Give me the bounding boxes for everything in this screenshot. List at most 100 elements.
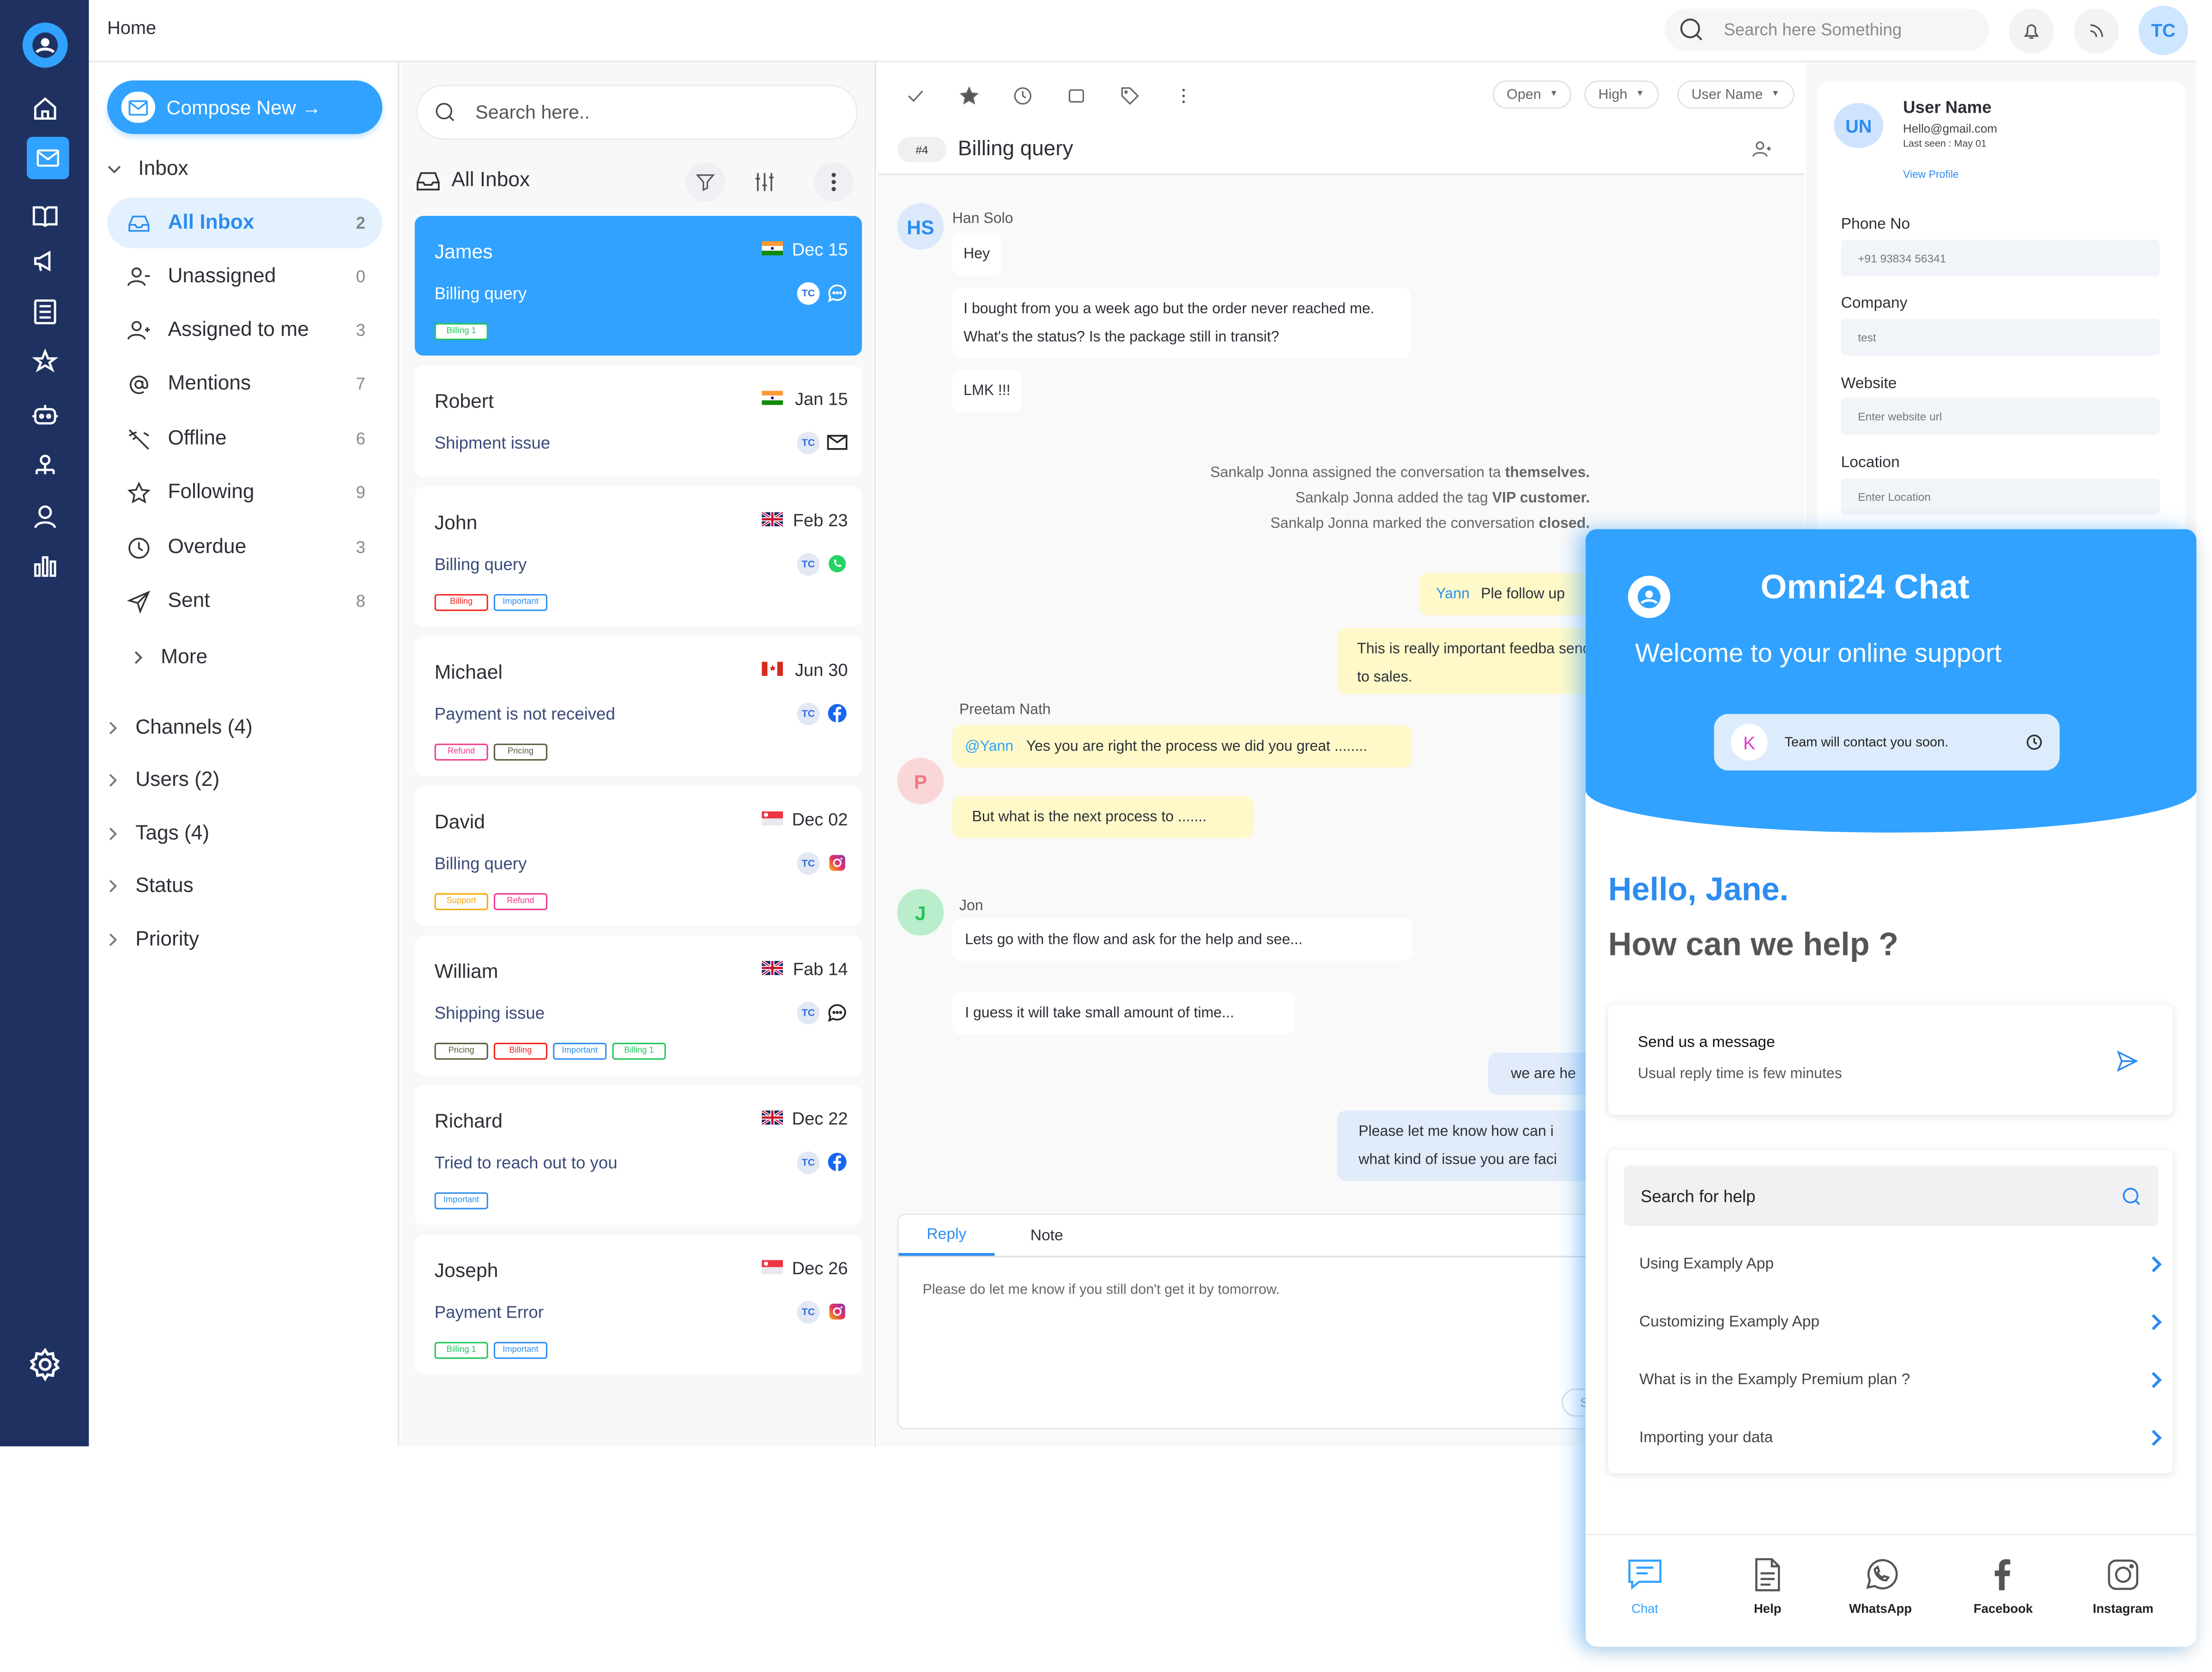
contacts-icon[interactable] (31, 502, 59, 530)
compose-new-button[interactable]: Compose New → (107, 80, 382, 134)
tag-badge[interactable]: Important (434, 1192, 488, 1210)
country-flag-icon (762, 391, 783, 405)
user-avatar[interactable]: TC (2139, 6, 2188, 55)
assignee-dropdown[interactable]: User Name ▼ (1677, 80, 1794, 109)
widget-tab-instagram[interactable]: Instagram (2081, 1556, 2165, 1616)
system-event: Sankalp Jonna added the tag VIP customer… (878, 486, 1590, 511)
nav-group-priority[interactable]: Priority (107, 929, 199, 951)
nav-item-following[interactable]: Following 9 (107, 467, 382, 518)
conversation-card[interactable]: James Dec 15 Billing query TC Billing 1 (414, 216, 862, 356)
help-article[interactable]: Using Examply App (1639, 1256, 2164, 1273)
website-field[interactable]: Enter website url (1841, 398, 2160, 435)
widget-tab-help[interactable]: Help (1725, 1556, 1810, 1616)
global-search-input[interactable]: Search here Something (1724, 20, 1902, 40)
conversation-card[interactable]: Richard Dec 22 Tried to reach out to you TC… (414, 1085, 862, 1225)
conversation-card[interactable]: William Fab 14 Shipping issue TC Pricing Bill… (414, 935, 862, 1076)
global-search[interactable]: Search here Something (1664, 8, 1989, 51)
snooze-clock-icon[interactable] (1013, 86, 1033, 106)
rss-feed-icon[interactable] (2073, 8, 2119, 54)
help-article[interactable]: What is in the Examply Premium plan ? (1639, 1372, 2164, 1388)
inbox-group-toggle[interactable]: Inbox (107, 158, 188, 181)
more-options-icon[interactable] (1174, 86, 1194, 106)
inbox-mail-icon[interactable] (27, 137, 69, 179)
status-dropdown[interactable]: Open ▼ (1492, 80, 1572, 109)
nav-more-toggle[interactable]: More (133, 646, 207, 669)
assign-user-icon[interactable] (1752, 140, 1772, 159)
nav-count: 3 (356, 320, 366, 340)
send-message-card[interactable]: Send us a message Usual reply time is fe… (1608, 1004, 2173, 1115)
inbox-label: Inbox (138, 158, 188, 181)
conversation-subject: Billing query (434, 554, 527, 575)
app-logo[interactable] (22, 22, 68, 68)
company-field[interactable]: test (1841, 319, 2160, 356)
tag-badge[interactable]: Pricing (434, 1043, 488, 1060)
conversation-card[interactable]: David Dec 02 Billing query TC Support Refund (414, 786, 862, 926)
resolve-check-icon[interactable] (906, 86, 926, 106)
nav-item-offline[interactable]: Offline 6 (107, 413, 382, 464)
tag-badge[interactable]: Billing 1 (434, 1342, 488, 1359)
home-icon[interactable] (31, 95, 59, 123)
notification-bell-icon[interactable] (2009, 8, 2054, 54)
tag-badge[interactable]: Billing (493, 1043, 548, 1060)
settings-gear-icon[interactable] (28, 1348, 62, 1382)
tag-badge[interactable]: Billing (434, 594, 488, 611)
nav-item-all-inbox[interactable]: All Inbox 2 (107, 197, 382, 249)
help-article[interactable]: Customizing Examply App (1639, 1313, 2164, 1331)
nav-item-unassigned[interactable]: Unassigned 0 (107, 251, 382, 302)
widget-tab-chat[interactable]: Chat (1603, 1556, 1687, 1616)
analytics-chart-icon[interactable] (31, 552, 59, 580)
team-status-pill: K Team will contact you soon. (1714, 714, 2060, 771)
help-search[interactable]: Search for help (1624, 1165, 2158, 1227)
conversation-card[interactable]: Michael Jun 30 Payment is not received TC Re… (414, 636, 862, 776)
tag-badge[interactable]: Refund (434, 743, 488, 761)
reply-textarea[interactable]: Please do let me know if you still don't… (922, 1283, 1279, 1298)
conversation-card[interactable]: Joseph Dec 26 Payment Error TC Billing 1 Impo… (414, 1234, 862, 1374)
nav-group-tags[interactable]: Tags (4) (107, 823, 209, 845)
tag-badge[interactable]: Refund (493, 893, 548, 910)
reports-list-icon[interactable] (31, 298, 59, 326)
tag-icon[interactable] (1120, 86, 1140, 106)
nav-item-overdue[interactable]: Overdue 3 (107, 522, 382, 573)
nav-group-users[interactable]: Users (2) (107, 769, 219, 791)
nav-group-status[interactable]: Status (107, 875, 194, 897)
priority-value: High (1598, 86, 1628, 103)
nav-item-sent[interactable]: Sent 8 (107, 576, 382, 626)
badge-star-icon[interactable] (31, 348, 59, 377)
location-field[interactable]: Enter Location (1841, 478, 2160, 515)
tab-reply[interactable]: Reply (898, 1215, 995, 1256)
conversation-search-input[interactable]: Search here.. (475, 102, 590, 123)
star-icon[interactable] (959, 86, 979, 106)
help-article[interactable]: Importing your data (1639, 1429, 2164, 1447)
bot-icon[interactable] (31, 401, 59, 429)
more-options-icon[interactable] (814, 162, 854, 202)
priority-dropdown[interactable]: High ▼ (1584, 80, 1659, 109)
conversation-card[interactable]: John Feb 23 Billing query TC Billing Importan… (414, 486, 862, 627)
nav-group-channels[interactable]: Channels (4) (107, 717, 253, 739)
organization-icon[interactable] (31, 453, 59, 481)
help-search-input[interactable]: Search for help (1641, 1186, 1756, 1206)
knowledge-book-icon[interactable] (31, 202, 59, 230)
phone-field[interactable]: +91 93834 56341 (1841, 240, 2160, 277)
tag-badge[interactable]: Billing 1 (434, 323, 488, 340)
tag-badge[interactable]: Billing 1 (612, 1043, 666, 1060)
tag-badge[interactable]: Pricing (493, 743, 548, 761)
widget-tab-facebook[interactable]: Facebook (1961, 1556, 2045, 1616)
tag-badge[interactable]: Important (493, 594, 548, 611)
tab-note[interactable]: Note (1012, 1215, 1082, 1256)
filter-funnel-icon[interactable] (685, 162, 725, 202)
tag-badge[interactable]: Important (553, 1043, 607, 1060)
conversation-card[interactable]: Robert Jan 15 Shipment issue TC (414, 365, 862, 477)
view-profile-link[interactable]: View Profile (1903, 168, 1959, 180)
nav-item-assigned-to-me[interactable]: Assigned to me 3 (107, 305, 382, 356)
caret-down-icon: ▼ (1549, 90, 1558, 99)
internal-note: This is really important feedba send to … (1337, 628, 1617, 694)
nav-item-mentions[interactable]: Mentions 7 (107, 359, 382, 409)
megaphone-icon[interactable] (31, 247, 59, 275)
inbox-nav-panel: Compose New → Inbox All Inbox 2 Unassigne… (89, 62, 400, 1447)
folder-icon[interactable] (1067, 86, 1086, 106)
widget-tab-whatsapp[interactable]: WhatsApp (1838, 1556, 1923, 1616)
tag-badge[interactable]: Important (493, 1342, 548, 1359)
conversation-search[interactable]: Search here.. (416, 85, 858, 140)
sort-sliders-icon[interactable] (745, 162, 785, 202)
tag-badge[interactable]: Support (434, 893, 488, 910)
